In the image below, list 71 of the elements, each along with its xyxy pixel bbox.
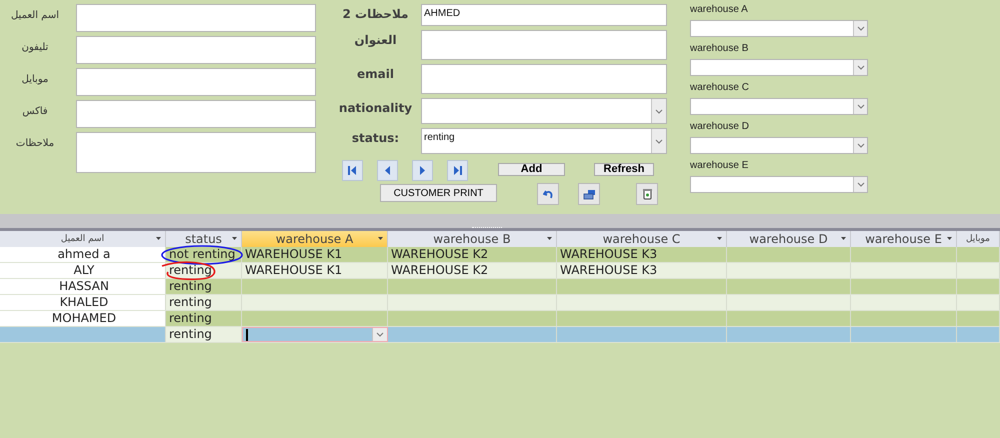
first-record-button[interactable]	[342, 160, 363, 181]
table-cell: WAREHOUSE K3	[557, 263, 727, 278]
text-field[interactable]	[421, 64, 667, 94]
field-label: email	[356, 66, 395, 81]
combo-box[interactable]: renting	[421, 128, 667, 154]
splitter-bar[interactable]	[0, 214, 1000, 231]
table-cell: renting	[166, 295, 242, 310]
sort-arrow-icon	[947, 237, 952, 240]
previous-record-button[interactable]	[377, 160, 398, 181]
field-label: ملاحظات	[14, 137, 56, 149]
text-field[interactable]	[76, 132, 316, 173]
text-field[interactable]	[76, 100, 316, 128]
sort-arrow-icon	[378, 237, 383, 240]
table-cell: WAREHOUSE K2	[388, 263, 557, 278]
combo-box[interactable]	[690, 176, 868, 193]
undo-button[interactable]	[537, 183, 559, 205]
table-cell: ALY	[0, 263, 166, 278]
combo-box[interactable]	[421, 98, 667, 124]
text-field[interactable]	[76, 36, 316, 64]
combo-box[interactable]	[242, 327, 388, 342]
customer-print-button[interactable]: CUSTOMER PRINT	[380, 184, 497, 202]
table-cell: MOHAMED	[0, 311, 166, 326]
field-label: موبايل	[20, 73, 50, 85]
save-button[interactable]	[578, 183, 600, 205]
save-record-icon	[582, 188, 596, 200]
combo-box[interactable]	[690, 137, 868, 154]
table-cell: ahmed a	[0, 247, 166, 262]
text-field[interactable]	[76, 4, 316, 32]
combo-box[interactable]	[690, 98, 868, 115]
sort-arrow-icon	[156, 237, 161, 240]
field-label: العنوان	[353, 32, 398, 47]
add-button[interactable]: Add	[498, 163, 565, 176]
undo-icon	[542, 188, 554, 200]
table-cell: renting	[166, 279, 242, 294]
field-label: warehouse D	[690, 121, 750, 134]
column-header[interactable]: warehouse A	[242, 231, 388, 247]
combo-box[interactable]	[690, 20, 868, 37]
field-label: status:	[350, 130, 400, 145]
table-cell: renting	[166, 311, 242, 326]
table-cell: WAREHOUSE K1	[242, 247, 388, 262]
field-label: warehouse C	[690, 82, 750, 95]
sort-arrow-icon	[717, 237, 722, 240]
field-label: warehouse A	[690, 4, 749, 17]
recycle-bin-icon	[642, 188, 652, 200]
first-record-icon	[347, 165, 358, 176]
field-label: ملاحظات 2	[342, 6, 410, 21]
combo-box[interactable]	[690, 59, 868, 76]
field-label: تليفون	[20, 41, 50, 53]
table-cell: renting	[166, 327, 242, 342]
field-label: اسم العميل	[10, 9, 60, 21]
text-field[interactable]: AHMED	[421, 4, 667, 26]
field-label: warehouse B	[690, 43, 750, 56]
table-cell: KHALED	[0, 295, 166, 310]
sort-arrow-icon	[841, 237, 846, 240]
next-record-button[interactable]	[412, 160, 433, 181]
last-record-button[interactable]	[447, 160, 468, 181]
field-label: nationality	[338, 100, 414, 115]
sort-arrow-icon	[547, 237, 552, 240]
refresh-button[interactable]: Refresh	[594, 163, 654, 176]
table-cell: WAREHOUSE K3	[557, 247, 727, 262]
text-field[interactable]	[76, 68, 316, 96]
last-record-icon	[452, 165, 463, 176]
table-cell: not renting	[166, 247, 242, 262]
field-label: فاكس	[21, 105, 49, 117]
text-field[interactable]	[421, 30, 667, 60]
delete-button[interactable]	[636, 183, 658, 205]
table-cell: HASSAN	[0, 279, 166, 294]
table-cell: WAREHOUSE K2	[388, 247, 557, 262]
table-cell: WAREHOUSE K1	[242, 263, 388, 278]
sort-arrow-icon	[232, 237, 237, 240]
field-label: warehouse E	[690, 160, 750, 173]
